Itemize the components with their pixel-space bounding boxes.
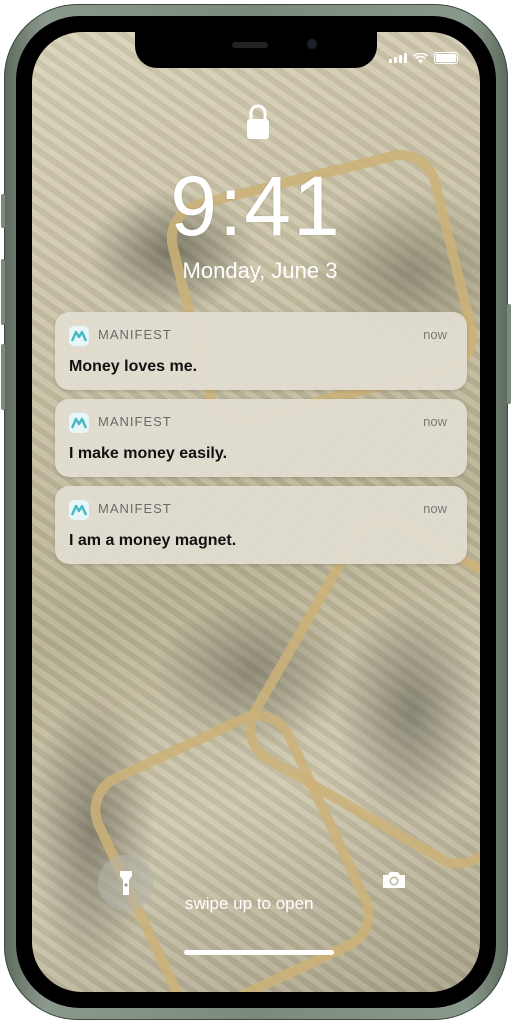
home-indicator[interactable] — [184, 950, 334, 955]
mute-switch — [1, 194, 5, 228]
lock-screen[interactable]: 9:41 Monday, June 3 MANIFEST now Money l… — [32, 32, 480, 992]
earpiece-speaker — [232, 42, 268, 48]
flashlight-button[interactable] — [98, 855, 154, 911]
manifest-app-icon — [69, 413, 89, 433]
camera-icon — [383, 872, 405, 888]
notification-app-name: MANIFEST — [98, 414, 172, 429]
lock-screen-time: 9:41 — [170, 159, 342, 253]
notification-card[interactable]: MANIFEST now Money loves me. — [55, 312, 467, 390]
status-bar — [389, 52, 458, 64]
front-camera — [307, 39, 317, 49]
notification-time: now — [423, 327, 447, 342]
swipe-up-hint: swipe up to open — [185, 894, 314, 913]
wifi-icon — [413, 52, 428, 63]
notification-message: I make money easily. — [69, 445, 228, 462]
camera-button[interactable] — [366, 852, 422, 908]
notification-time: now — [423, 414, 447, 429]
manifest-app-icon — [69, 500, 89, 520]
lock-screen-date: Monday, June 3 — [182, 258, 338, 283]
flashlight-icon — [120, 871, 132, 895]
signal-icon — [389, 53, 407, 63]
notification-message: I am a money magnet. — [69, 532, 237, 549]
phone-frame: 9:41 Monday, June 3 MANIFEST now Money l… — [1, 4, 511, 1020]
notification-card[interactable]: MANIFEST now I am a money magnet. — [55, 486, 467, 564]
power-button — [507, 304, 511, 404]
volume-down-button — [1, 344, 5, 410]
lock-icon — [247, 104, 269, 139]
notification-message: Money loves me. — [69, 358, 198, 375]
notification-app-name: MANIFEST — [98, 327, 172, 342]
notification-card[interactable]: MANIFEST now I make money easily. — [55, 399, 467, 477]
volume-up-button — [1, 259, 5, 325]
notification-app-name: MANIFEST — [98, 501, 172, 516]
notification-time: now — [423, 501, 447, 516]
manifest-app-icon — [69, 326, 89, 346]
notch — [135, 32, 377, 68]
battery-icon — [434, 52, 458, 64]
